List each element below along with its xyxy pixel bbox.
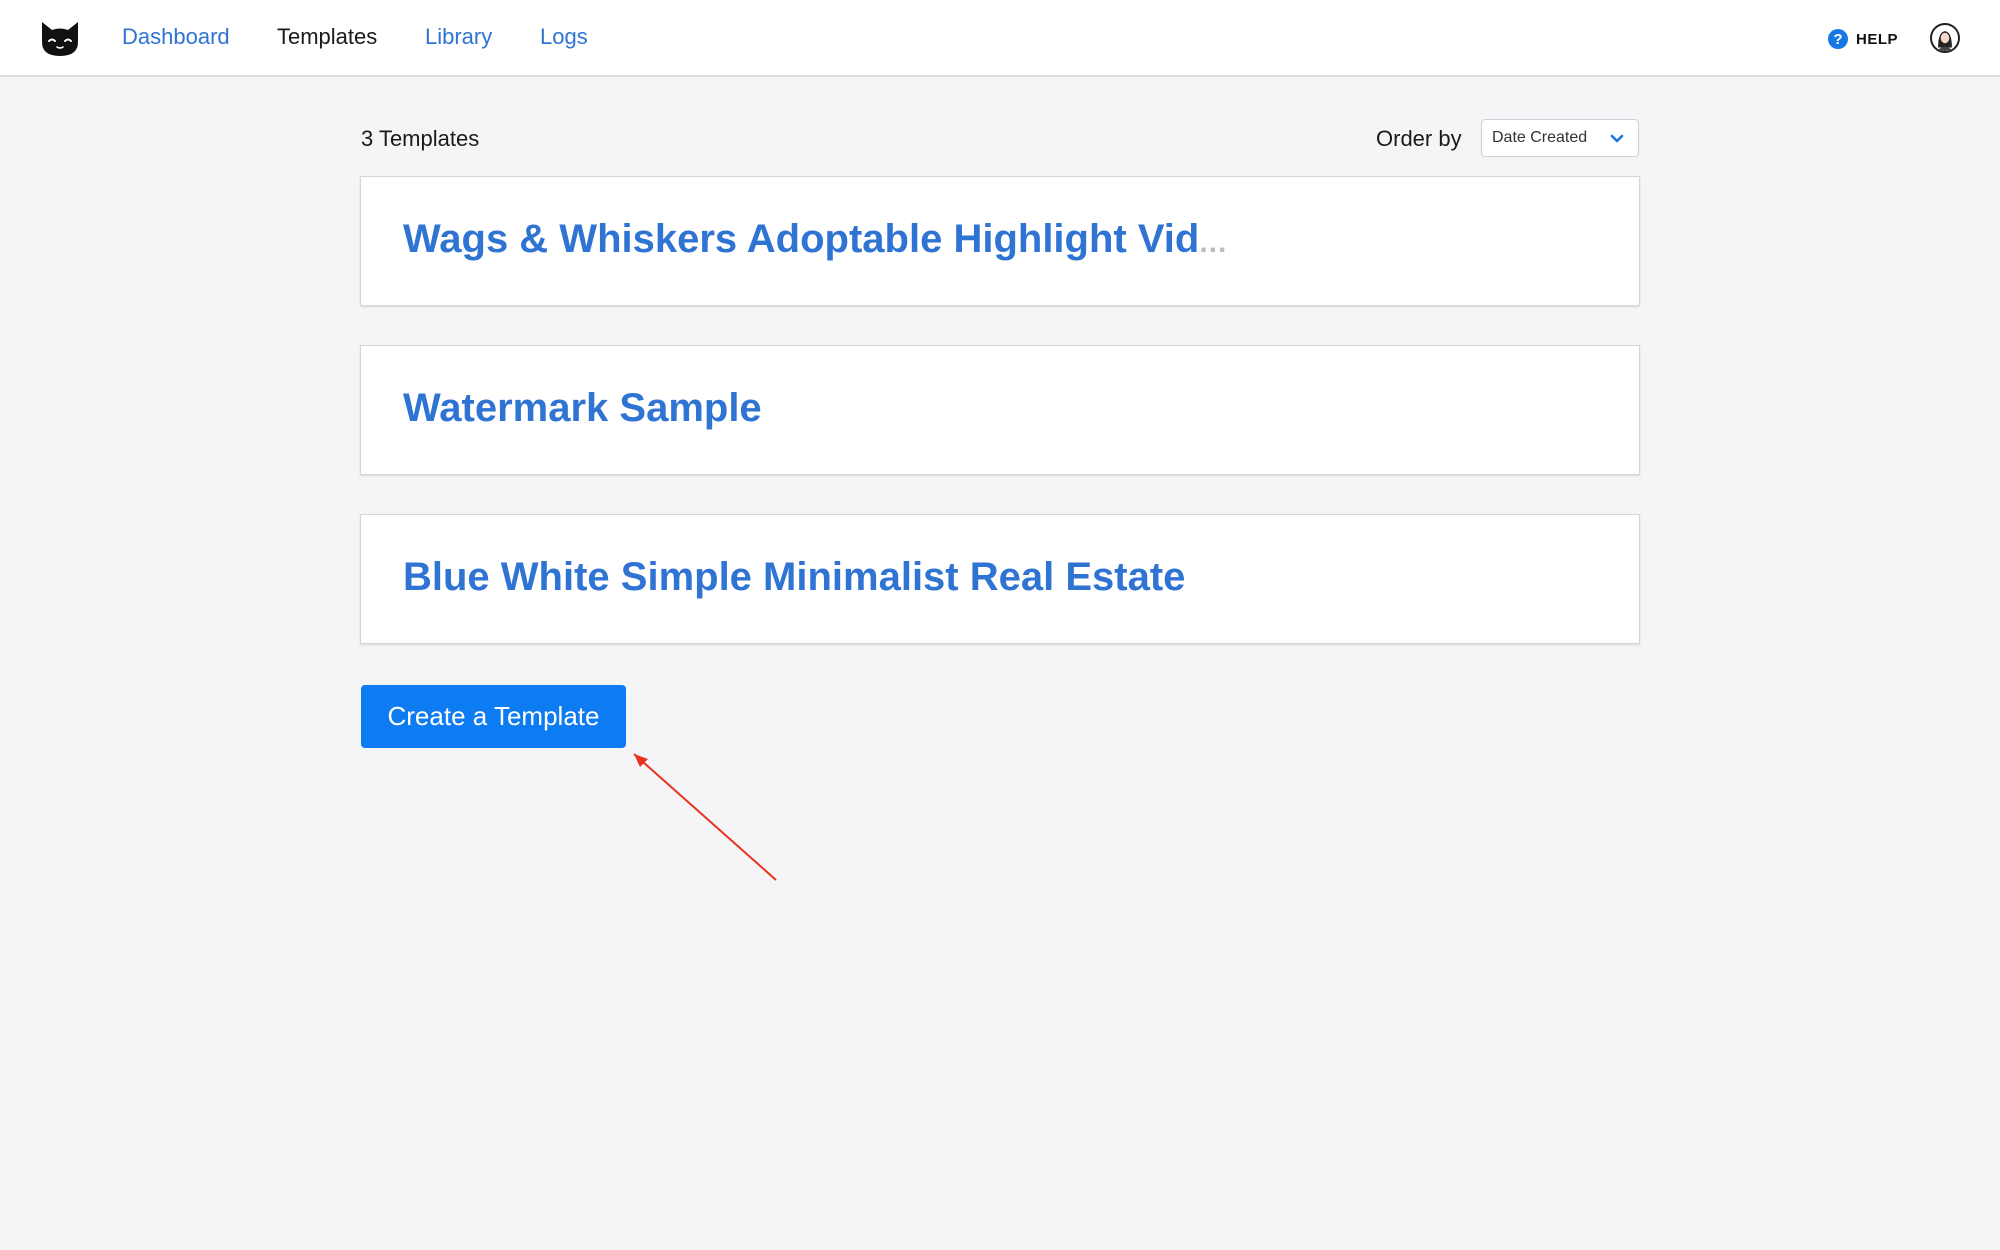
nav-library[interactable]: Library (425, 24, 492, 50)
truncation-ellipsis: ... (1199, 226, 1228, 259)
template-card[interactable]: Wags & Whiskers Adoptable Highlight Vid.… (360, 176, 1640, 306)
template-title[interactable]: Watermark Sample (403, 386, 762, 431)
template-title[interactable]: Wags & Whiskers Adoptable Highlight Vid.… (403, 217, 1227, 262)
templates-count: 3 Templates (361, 126, 480, 151)
template-title[interactable]: Blue White Simple Minimalist Real Estate (403, 555, 1185, 600)
annotation-arrow (633, 753, 777, 881)
cat-face-icon[interactable] (38, 18, 82, 58)
user-avatar-icon[interactable] (1930, 23, 1960, 53)
help-label: HELP (1856, 30, 1899, 48)
template-card[interactable]: Watermark Sample (360, 345, 1640, 475)
question-circle-icon: ? (1828, 29, 1848, 49)
chevron-down-icon (1610, 134, 1624, 143)
top-navbar: Dashboard Templates Library Logs ? HELP (0, 0, 2000, 77)
nav-templates[interactable]: Templates (277, 24, 377, 50)
help-button[interactable]: ? HELP (1828, 27, 1898, 51)
nav-logs[interactable]: Logs (540, 24, 588, 50)
order-by-value: Date Created (1492, 129, 1588, 146)
nav-dashboard[interactable]: Dashboard (122, 24, 230, 50)
create-template-button[interactable]: Create a Template (361, 685, 626, 748)
order-by-label: Order by (1376, 126, 1462, 151)
template-card[interactable]: Blue White Simple Minimalist Real Estate (360, 514, 1640, 644)
order-by-select[interactable]: Date Created (1481, 119, 1639, 157)
